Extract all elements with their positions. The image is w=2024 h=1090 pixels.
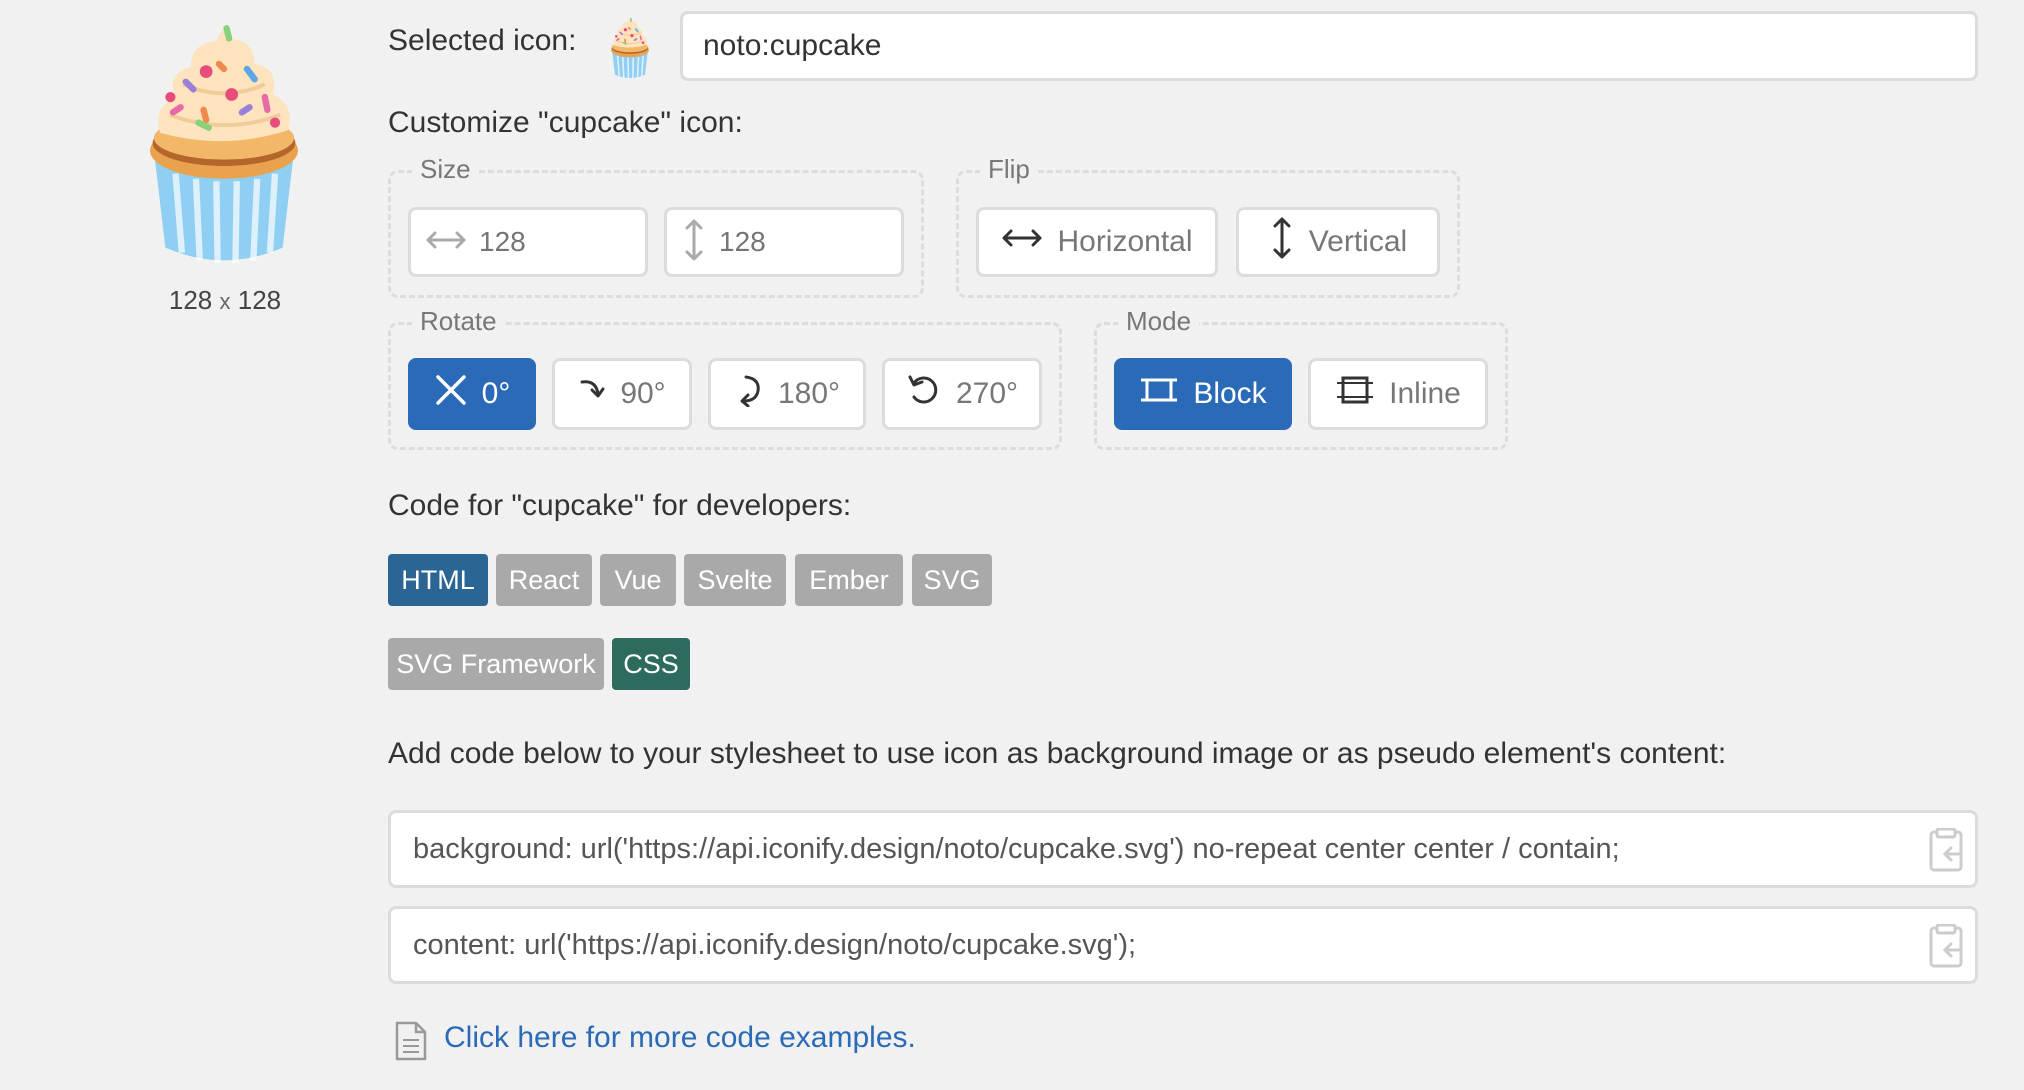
flip-vertical-button[interactable]: Vertical [1236, 207, 1440, 277]
tab-svg[interactable]: SVG [912, 554, 992, 606]
cupcake-icon [604, 16, 656, 80]
cupcake-icon [126, 18, 322, 268]
mode-inline-label: Inline [1389, 377, 1461, 410]
tab-css[interactable]: CSS [612, 638, 690, 690]
rotate-180-icon [734, 373, 764, 415]
rotate-90-label: 90° [620, 377, 666, 410]
size-legend: Size [412, 154, 479, 185]
horizontal-arrow-icon [425, 227, 467, 258]
code-line-background[interactable]: background: url('https://api.iconify.des… [388, 810, 1978, 888]
inline-mode-icon [1335, 375, 1375, 413]
flip-vertical-label: Vertical [1308, 225, 1408, 258]
code-line-background-text: background: url('https://api.iconify.des… [413, 833, 1620, 865]
mode-block-label: Block [1193, 377, 1267, 410]
rotate-270-label: 270° [955, 377, 1019, 410]
preview-width: 128 [168, 285, 213, 315]
width-input[interactable] [477, 225, 601, 259]
customize-title: Customize "cupcake" icon: [388, 106, 743, 139]
horizontal-arrow-icon [1001, 225, 1043, 259]
css-instructions: Add code below to your stylesheet to use… [388, 737, 1727, 770]
flip-horizontal-label: Horizontal [1057, 225, 1193, 258]
tab-ember[interactable]: Ember [795, 554, 903, 606]
selected-icon-input[interactable] [680, 11, 1978, 81]
preview-size-separator: x [219, 289, 231, 314]
preview-size-label: 128 x 128 [120, 285, 330, 316]
copy-icon[interactable] [1927, 827, 1965, 899]
tab-svg-framework[interactable]: SVG Framework [388, 638, 604, 690]
tab-vue[interactable]: Vue [600, 554, 676, 606]
vertical-arrow-icon [681, 218, 707, 267]
tab-html[interactable]: HTML [388, 554, 488, 606]
mode-block-button[interactable]: Block [1114, 358, 1292, 430]
code-title: Code for "cupcake" for developers: [388, 489, 852, 522]
copy-icon[interactable] [1927, 923, 1965, 995]
width-input-wrapper[interactable] [408, 207, 648, 277]
mode-inline-button[interactable]: Inline [1308, 358, 1488, 430]
flip-legend: Flip [980, 154, 1038, 185]
rotate-180-label: 180° [777, 377, 841, 410]
tab-react[interactable]: React [496, 554, 592, 606]
rotate-180-button[interactable]: 180° [708, 358, 866, 430]
block-mode-icon [1139, 375, 1179, 413]
rotate-90-button[interactable]: 90° [552, 358, 692, 430]
rotate-0-label: 0° [481, 377, 511, 410]
tab-svelte[interactable]: Svelte [684, 554, 786, 606]
rotate-270-button[interactable]: 270° [882, 358, 1042, 430]
preview-height: 128 [237, 285, 282, 315]
mode-legend: Mode [1118, 306, 1200, 337]
close-icon [434, 373, 468, 415]
more-code-examples-link[interactable]: Click here for more code examples. [444, 1021, 916, 1055]
vertical-arrow-icon [1269, 216, 1295, 268]
rotate-90-icon [578, 376, 606, 412]
height-input[interactable] [717, 225, 841, 259]
selected-icon-label: Selected icon: [388, 24, 577, 57]
rotate-legend: Rotate [412, 306, 505, 337]
code-line-content-text: content: url('https://api.iconify.design… [413, 929, 1137, 961]
rotate-270-icon [906, 373, 942, 415]
code-line-content[interactable]: content: url('https://api.iconify.design… [388, 906, 1978, 984]
rotate-0-button[interactable]: 0° [408, 358, 536, 430]
height-input-wrapper[interactable] [664, 207, 904, 277]
flip-horizontal-button[interactable]: Horizontal [976, 207, 1218, 277]
document-icon [394, 1020, 428, 1067]
